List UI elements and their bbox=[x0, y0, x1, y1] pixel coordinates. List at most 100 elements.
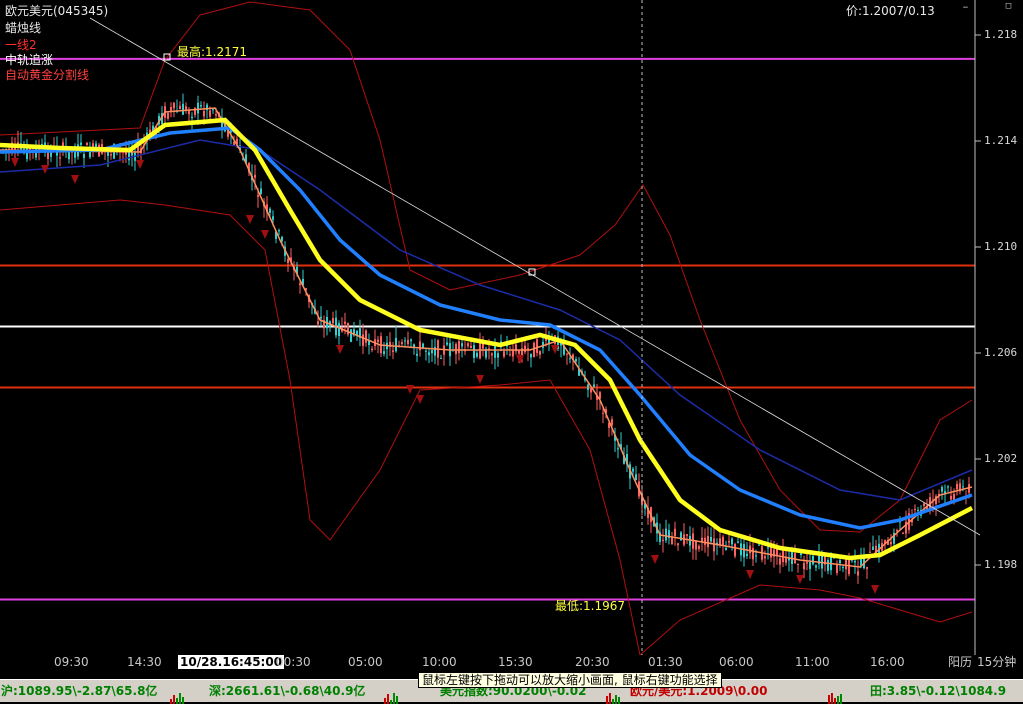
candle-body bbox=[950, 495, 952, 500]
status-sh-index[interactable]: 沪:1089.95\-2.87\65.8亿 bbox=[1, 683, 157, 699]
candle-body bbox=[179, 105, 181, 110]
candle-body bbox=[278, 230, 280, 232]
candle-body bbox=[902, 532, 904, 534]
x-tick-label: 00:30 bbox=[276, 655, 311, 669]
candle-body bbox=[473, 345, 475, 359]
time-axis: 09:30 14:30 10/28.16:45:00 00:30 05:00 1… bbox=[0, 655, 1023, 669]
candle-body bbox=[848, 559, 850, 575]
x-tick-label: 01:30 bbox=[648, 655, 683, 669]
candle-body bbox=[518, 350, 520, 354]
candle-body bbox=[362, 334, 364, 347]
candle-body bbox=[80, 142, 82, 145]
candle-body bbox=[440, 357, 442, 359]
candle-body bbox=[197, 102, 199, 114]
candle-body bbox=[170, 107, 172, 112]
status-other[interactable]: 田:3.85\-0.12\1084.9 bbox=[870, 683, 1006, 699]
candle-body bbox=[686, 534, 688, 536]
candle-body bbox=[215, 114, 217, 116]
candle-body bbox=[758, 544, 760, 546]
overlay-label-2[interactable]: 中轨追涨 bbox=[5, 53, 53, 67]
candle-body bbox=[446, 342, 448, 345]
candle-body bbox=[200, 105, 202, 107]
candle-body bbox=[947, 486, 949, 488]
y-tick-label: 1.202 bbox=[984, 452, 1018, 465]
candle-body bbox=[710, 536, 712, 542]
candle-body bbox=[431, 350, 433, 354]
y-tick-label: 1.214 bbox=[984, 134, 1018, 147]
candle-body bbox=[461, 343, 463, 347]
candle-body bbox=[494, 345, 496, 358]
candle-body bbox=[797, 563, 799, 565]
candle-body bbox=[338, 323, 340, 336]
candle-body bbox=[767, 547, 769, 549]
candle-body bbox=[533, 342, 535, 358]
candle-body bbox=[167, 112, 169, 119]
candle-body bbox=[509, 354, 511, 356]
candle-body bbox=[602, 412, 604, 414]
candle-body bbox=[779, 558, 781, 565]
candle-body bbox=[86, 142, 88, 146]
candle-body bbox=[512, 350, 514, 357]
candle-body bbox=[332, 318, 334, 324]
candle-body bbox=[698, 546, 700, 549]
candle-body bbox=[791, 551, 793, 564]
price-readout: 价:1.2007/0.13 bbox=[846, 4, 935, 18]
candle-body bbox=[731, 538, 733, 545]
candle-body bbox=[728, 540, 730, 543]
period-label[interactable]: 15分钟 bbox=[977, 655, 1016, 669]
low-label: 最低:1.1967 bbox=[555, 599, 626, 613]
candle-body bbox=[737, 541, 739, 543]
axis-corner-label[interactable]: 阳历 bbox=[948, 655, 972, 669]
candle-body bbox=[212, 109, 214, 111]
candle-body bbox=[677, 543, 679, 546]
x-tick-label: 11:00 bbox=[795, 655, 830, 669]
candle-body bbox=[806, 562, 808, 564]
candle-body bbox=[734, 543, 736, 557]
candle-body bbox=[617, 448, 619, 450]
candle-body bbox=[299, 283, 301, 286]
restore-icon[interactable]: □ bbox=[1004, 2, 1013, 11]
candle-body bbox=[725, 547, 727, 550]
price-chart[interactable] bbox=[0, 0, 1023, 655]
candle-body bbox=[566, 353, 568, 355]
candle-body bbox=[662, 539, 664, 542]
candle-body bbox=[476, 352, 478, 357]
candle-body bbox=[59, 157, 61, 159]
candle-body bbox=[401, 342, 403, 345]
y-tick-label: 1.198 bbox=[984, 558, 1018, 571]
overlay-label-3[interactable]: 自动黄金分割线 bbox=[5, 68, 89, 82]
candle-body bbox=[89, 151, 91, 158]
candle-body bbox=[458, 341, 460, 354]
candle-body bbox=[371, 348, 373, 351]
candle-body bbox=[674, 528, 676, 537]
candle-body bbox=[914, 508, 916, 510]
candle-body bbox=[803, 563, 805, 570]
candle-body bbox=[536, 339, 538, 353]
candle-body bbox=[320, 316, 322, 319]
candle-body bbox=[587, 384, 589, 390]
candle-body bbox=[524, 345, 526, 353]
y-tick-label: 1.210 bbox=[984, 240, 1018, 253]
candle-body bbox=[575, 359, 577, 362]
candle-body bbox=[422, 343, 424, 348]
candle-body bbox=[842, 566, 844, 568]
help-tooltip: 鼠标左键按下拖动可以放大缩小画面, 鼠标右键功能选择 bbox=[418, 672, 722, 688]
candle-body bbox=[869, 551, 871, 553]
candle-body bbox=[752, 548, 754, 560]
eur-mini-bars-icon bbox=[828, 685, 848, 704]
candle-body bbox=[416, 353, 418, 356]
candle-body bbox=[269, 208, 271, 213]
candle-body bbox=[470, 345, 472, 349]
candle-body bbox=[839, 560, 841, 564]
overlay-label-1[interactable]: 一线2 bbox=[5, 38, 37, 52]
candle-body bbox=[455, 343, 457, 355]
candle-body bbox=[665, 528, 667, 541]
status-sz-index[interactable]: 深:2661.61\-0.68\40.9亿 bbox=[209, 683, 365, 699]
candle-body bbox=[569, 358, 571, 360]
symbol-title: 欧元美元(045345) bbox=[5, 4, 109, 18]
candle-body bbox=[707, 535, 709, 548]
x-tick-label: 16:00 bbox=[870, 655, 905, 669]
candle-body bbox=[260, 188, 262, 194]
minimize-icon[interactable]: − bbox=[961, 4, 970, 13]
x-tick-label: 20:30 bbox=[575, 655, 610, 669]
